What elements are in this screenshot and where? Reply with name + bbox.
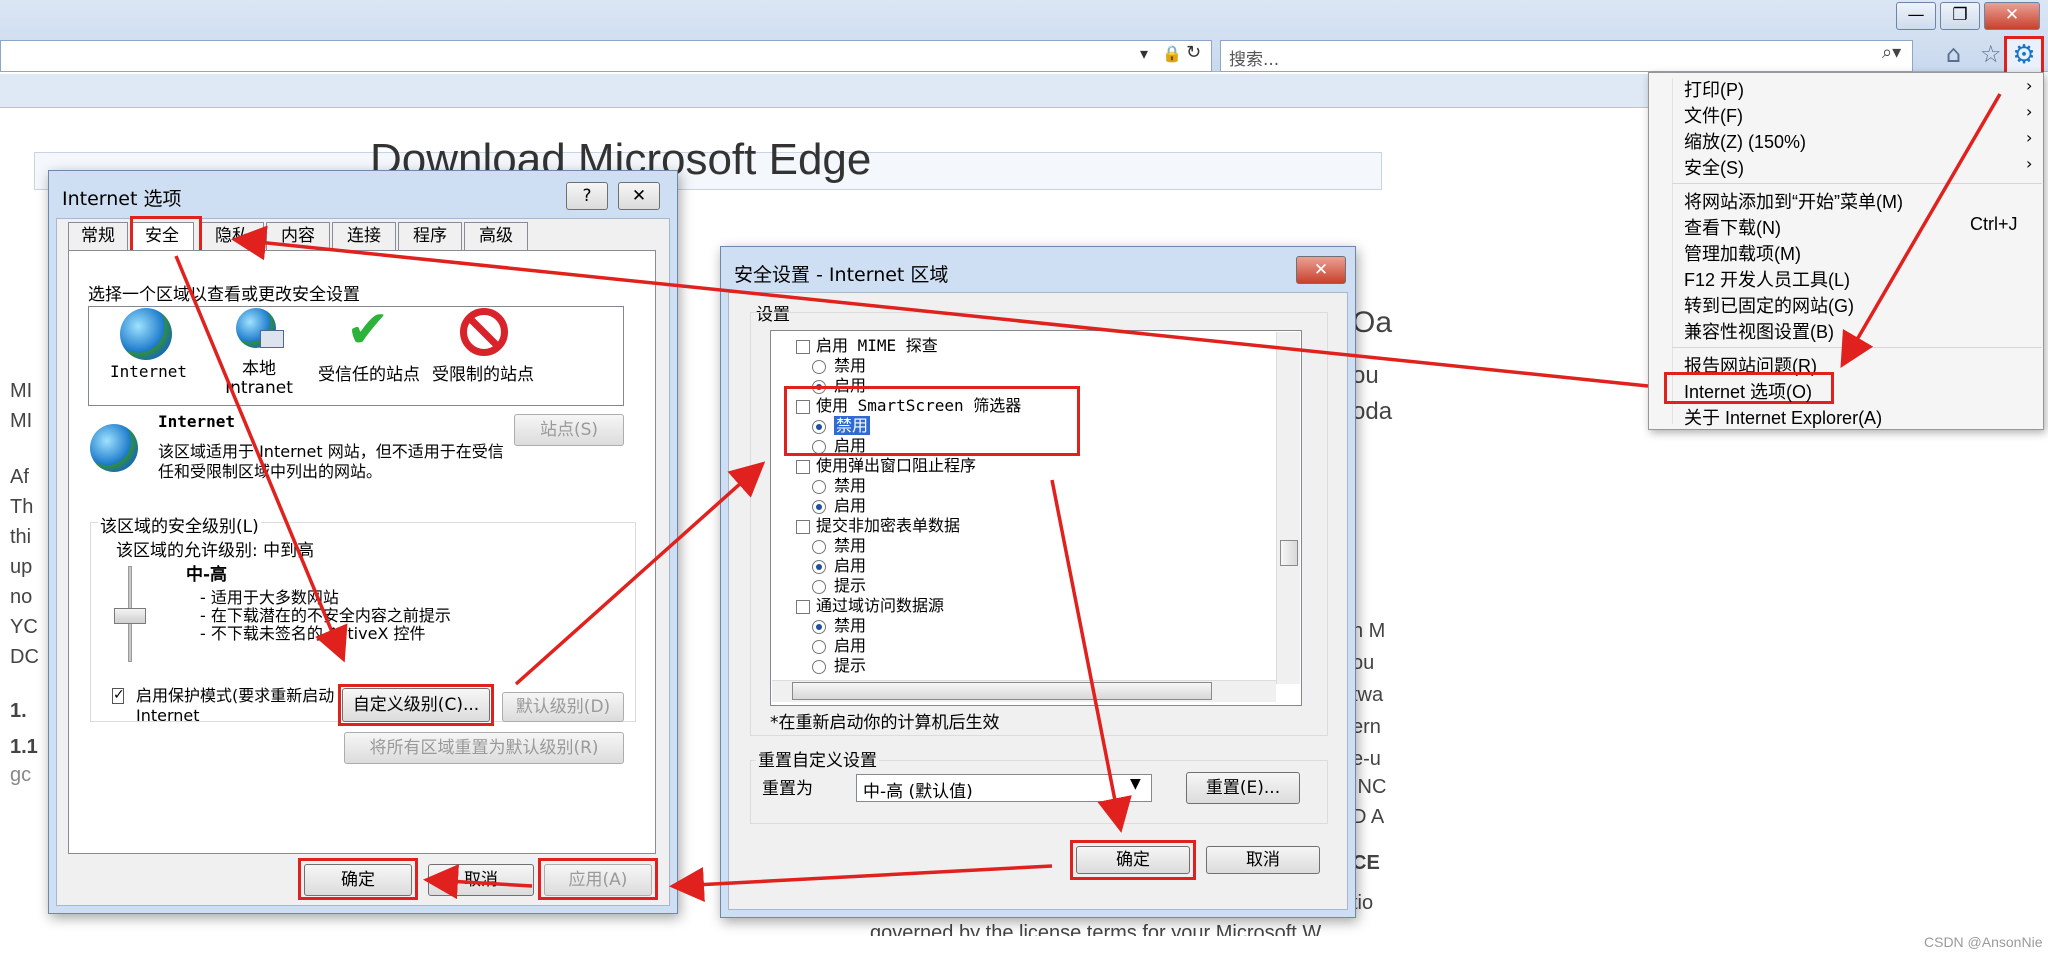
annotation-arrows <box>174 93 2002 902</box>
arrow-custom-to-smartscreen <box>514 461 766 686</box>
watermark: CSDN @AnsonNie <box>1924 934 2043 950</box>
arrow-smartscreen-to-ok <box>1050 479 1132 833</box>
arrow-gear-to-options <box>1840 93 2002 369</box>
arrow-apply-to-ok <box>423 864 533 900</box>
arrow-options-to-security-tab <box>231 225 1649 388</box>
arrow-security-tab-to-custom <box>174 255 348 663</box>
arrow-security-ok-to-apply <box>669 864 1053 902</box>
